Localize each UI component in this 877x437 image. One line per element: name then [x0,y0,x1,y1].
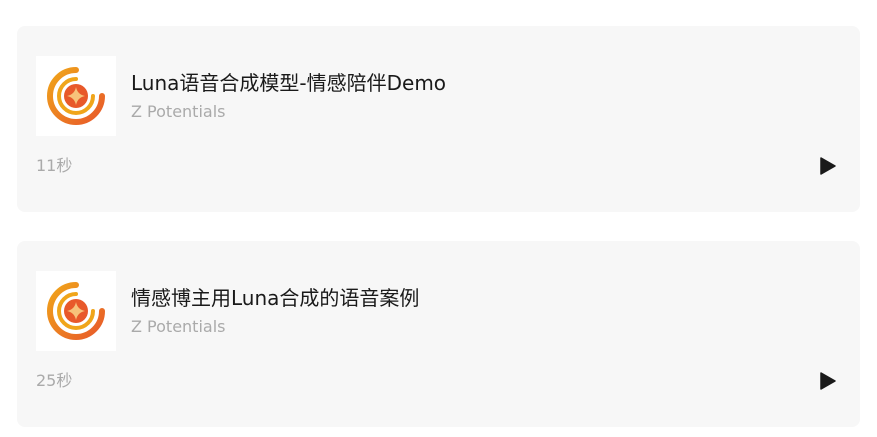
audio-card[interactable]: 情感博主用Luna合成的语音案例 Z Potentials 25秒 [17,241,860,427]
audio-duration: 11秒 [36,156,73,175]
audio-list: Luna语音合成模型-情感陪伴Demo Z Potentials 11秒 情感博… [0,0,877,437]
audio-title[interactable]: 情感博主用Luna合成的语音案例 [131,285,419,311]
audio-title[interactable]: Luna语音合成模型-情感陪伴Demo [131,70,446,96]
play-button[interactable] [818,371,838,391]
play-icon [820,157,836,175]
audio-duration: 25秒 [36,371,73,390]
z-potentials-logo-icon [47,67,105,125]
audio-cover [36,56,116,136]
play-icon [820,372,836,390]
audio-card[interactable]: Luna语音合成模型-情感陪伴Demo Z Potentials 11秒 [17,26,860,212]
audio-author: Z Potentials [131,317,226,336]
z-potentials-logo-icon [47,282,105,340]
audio-author: Z Potentials [131,102,226,121]
play-button[interactable] [818,156,838,176]
audio-cover [36,271,116,351]
